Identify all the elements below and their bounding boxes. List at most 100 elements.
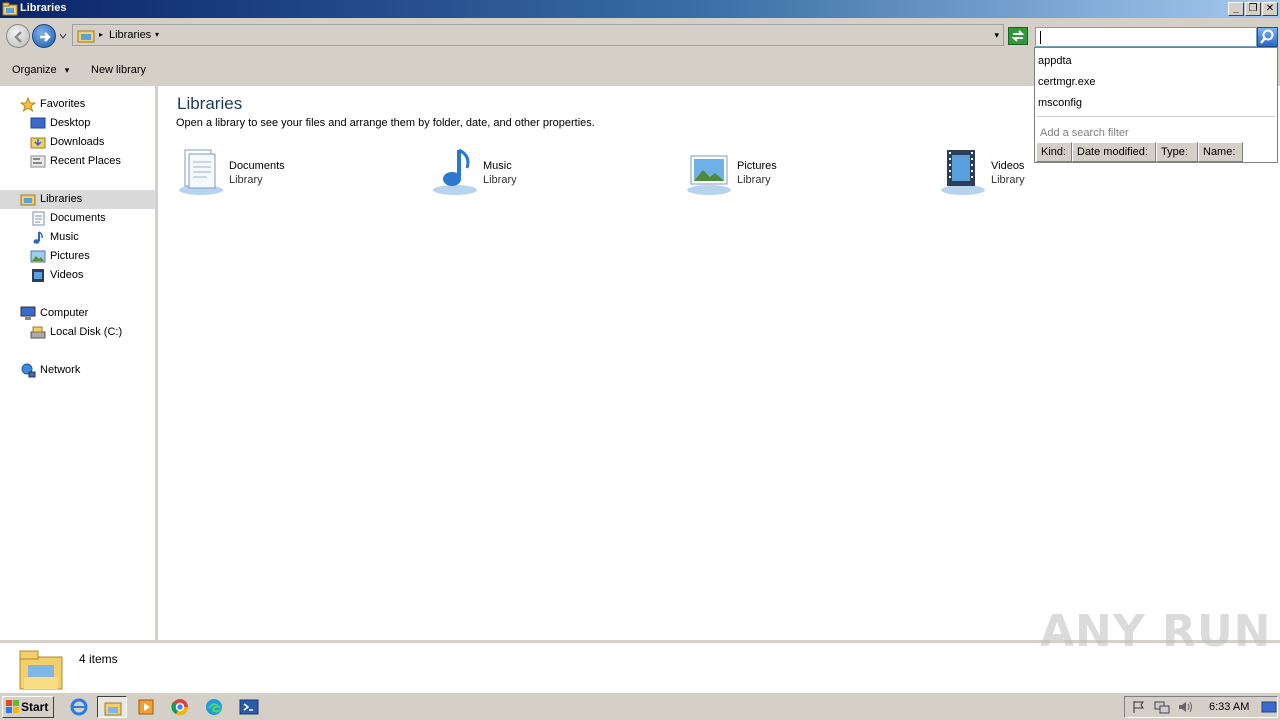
libraries-app-icon (2, 2, 18, 16)
system-tray: 6:33 AM (1124, 696, 1278, 718)
page-subtitle: Open a library to see your files and arr… (176, 117, 595, 129)
filter-date-modified-button[interactable]: Date modified: (1072, 142, 1156, 162)
folder-icon (104, 702, 122, 716)
nav-item-label: Pictures (50, 250, 90, 262)
anyrun-watermark: ANY RUN (1040, 606, 1272, 657)
content-pane: Libraries Open a library to see your fil… (160, 86, 1280, 640)
search-suggestion[interactable]: certmgr.exe (1038, 76, 1095, 88)
address-history-dropdown-icon[interactable]: ▾ (994, 30, 999, 41)
nav-favorites[interactable]: Favorites (19, 95, 150, 114)
page-title: Libraries (177, 94, 243, 113)
pictures-icon (30, 249, 46, 264)
local-disk-icon (30, 325, 46, 340)
show-desktop-icon[interactable] (1261, 700, 1277, 714)
taskbar-windows-explorer[interactable] (97, 696, 127, 718)
refresh-button[interactable] (1008, 27, 1028, 45)
music-library-icon (431, 146, 479, 196)
libraries-large-icon (18, 647, 64, 691)
nav-libraries[interactable]: Libraries (0, 190, 155, 209)
nav-item-label: Downloads (50, 136, 105, 148)
taskbar-internet-explorer[interactable] (64, 696, 94, 718)
recent-pages-chevron-down-icon[interactable] (59, 31, 67, 41)
nav-item-label: Desktop (50, 117, 91, 129)
window-title: Libraries (20, 2, 67, 14)
breadcrumb-libraries[interactable]: Libraries (109, 29, 151, 41)
close-button[interactable]: ✕ (1262, 2, 1278, 16)
minimize-button[interactable]: _ (1228, 2, 1244, 16)
recent-places-icon (30, 154, 46, 169)
search-filter-hint: Add a search filter (1040, 127, 1129, 139)
library-tile-documents[interactable]: Documents Library (177, 146, 377, 198)
nav-item-label: Local Disk (C:) (50, 326, 123, 338)
nav-network-label: Network (40, 364, 81, 376)
search-suggestions-popup: appdta certmgr.exe msconfig Add a search… (1034, 47, 1278, 163)
nav-item-local-disk[interactable]: Local Disk (C:) (30, 323, 150, 342)
library-type: Library (483, 174, 517, 186)
nav-favorites-label: Favorites (40, 98, 86, 110)
filter-type-button[interactable]: Type: (1156, 142, 1198, 162)
documents-icon (30, 211, 46, 226)
forward-arrow-icon (40, 32, 51, 42)
taskbar-chrome[interactable] (165, 696, 195, 718)
taskbar-edge[interactable] (199, 696, 229, 718)
restore-button[interactable]: ❐ (1245, 2, 1261, 16)
nav-item-recent-places[interactable]: Recent Places (30, 152, 150, 171)
taskbar-media-player[interactable] (131, 696, 161, 718)
item-count: 4 items (79, 652, 118, 666)
internet-explorer-icon (70, 698, 88, 716)
title-bar: Libraries _ ❐ ✕ (0, 0, 1280, 18)
nav-item-label: Videos (50, 269, 84, 281)
taskbar: Start 6:33 AM (0, 692, 1280, 720)
refresh-icon (1011, 30, 1025, 42)
media-player-icon (138, 699, 154, 715)
clock[interactable]: 6:33 AM (1209, 701, 1249, 713)
filter-kind-button[interactable]: Kind: (1036, 142, 1072, 162)
nav-item-pictures[interactable]: Pictures (30, 247, 150, 266)
library-type: Library (229, 174, 263, 186)
volume-icon[interactable] (1177, 700, 1195, 714)
library-tile-music[interactable]: Music Library (431, 146, 631, 198)
organize-button[interactable]: Organize ▾ (12, 64, 69, 76)
library-type: Library (991, 174, 1025, 186)
popup-divider (1037, 116, 1275, 117)
address-bar[interactable]: ▸ Libraries ▾ ▾ (72, 24, 1004, 46)
search-button[interactable] (1257, 27, 1278, 47)
nav-item-desktop[interactable]: Desktop (30, 114, 150, 133)
nav-item-music[interactable]: Music (30, 228, 150, 247)
library-name: Videos (991, 160, 1025, 172)
network-tray-icon[interactable] (1153, 700, 1171, 714)
action-center-flag-icon[interactable] (1131, 700, 1147, 714)
nav-item-documents[interactable]: Documents (30, 209, 150, 228)
search-suggestion[interactable]: appdta (1038, 55, 1072, 67)
back-button[interactable] (6, 24, 30, 48)
start-button[interactable]: Start (2, 696, 54, 718)
nav-computer-label: Computer (40, 307, 89, 319)
nav-item-label: Documents (50, 212, 106, 224)
videos-icon (30, 268, 46, 283)
taskbar-powershell[interactable] (233, 696, 263, 718)
documents-library-icon (177, 146, 225, 196)
new-library-button[interactable]: New library (91, 64, 146, 76)
forward-button[interactable] (32, 24, 56, 48)
downloads-folder-icon (30, 135, 46, 150)
library-name: Pictures (737, 160, 777, 172)
breadcrumb-chevron-icon[interactable]: ▾ (155, 30, 159, 39)
windows-logo-icon (6, 700, 20, 717)
library-type: Library (737, 174, 771, 186)
text-caret (1040, 31, 1041, 44)
address-separator-icon[interactable]: ▸ (99, 30, 103, 39)
back-arrow-icon (14, 31, 22, 43)
nav-item-videos[interactable]: Videos (30, 266, 150, 285)
search-input[interactable] (1035, 27, 1257, 47)
libraries-icon (77, 28, 95, 46)
nav-network[interactable]: Network (20, 361, 150, 380)
libraries-icon (20, 192, 36, 207)
nav-item-downloads[interactable]: Downloads (30, 133, 150, 152)
search-suggestion[interactable]: msconfig (1038, 97, 1082, 109)
filter-name-button[interactable]: Name: (1198, 142, 1243, 162)
library-tile-pictures[interactable]: Pictures Library (685, 146, 885, 198)
videos-library-icon (939, 146, 987, 196)
nav-computer[interactable]: Computer (20, 304, 150, 323)
start-label: Start (21, 700, 49, 714)
search-icon (1260, 29, 1274, 44)
